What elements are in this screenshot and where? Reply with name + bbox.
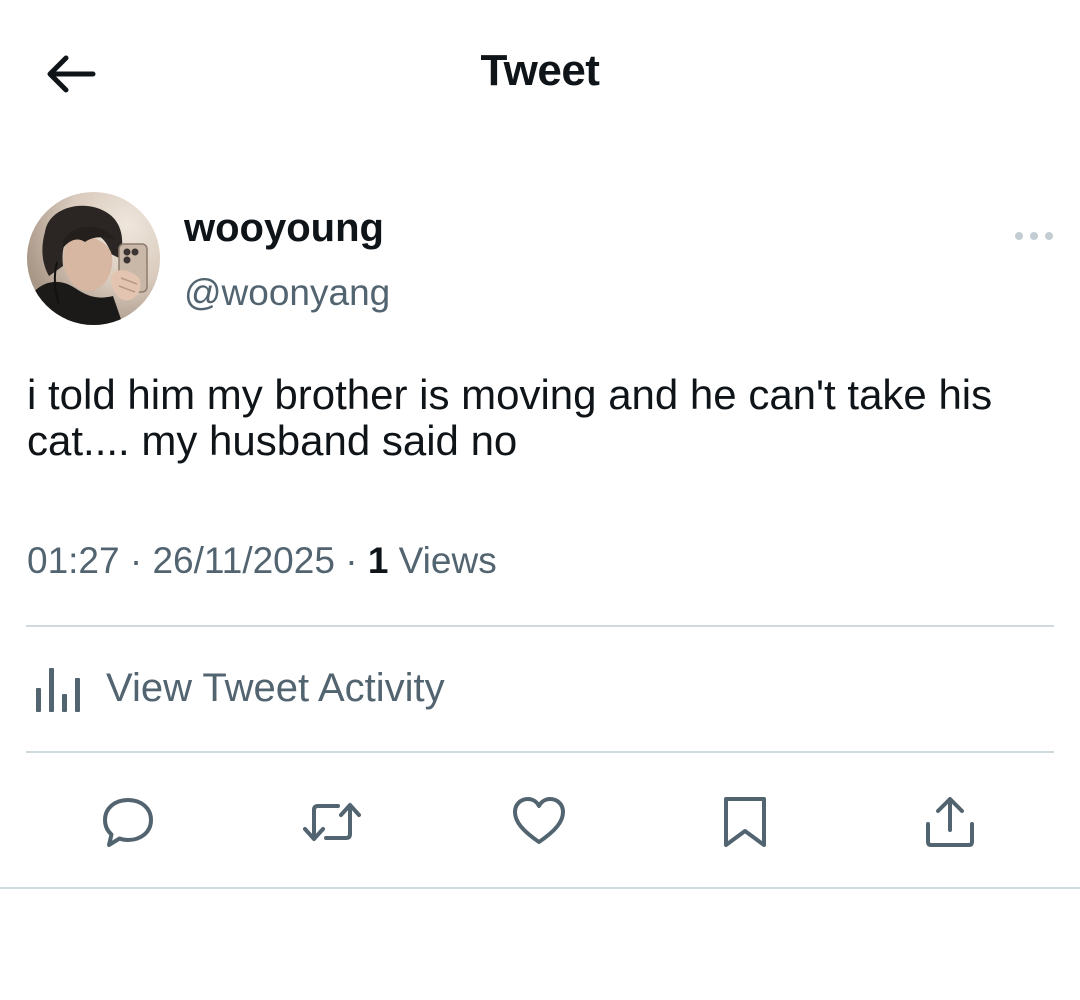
more-options-button[interactable] [1012,222,1056,250]
divider [0,887,1080,889]
retweet-icon [303,803,361,841]
tweet-action-bar [0,790,1080,854]
author-display-name[interactable]: wooyoung [184,206,384,251]
views-label: Views [398,540,497,581]
divider [26,625,1054,627]
bookmark-icon [724,797,766,847]
more-dots-icon [1015,232,1053,240]
meta-separator: · [345,540,358,581]
share-icon [926,797,974,847]
divider [26,751,1054,753]
page-title: Tweet [480,46,600,95]
avatar-image [27,192,160,325]
author-handle[interactable]: @woonyang [184,272,390,314]
tweet-meta: 01:27 · 26/11/2025 · 1 Views [27,540,497,582]
meta-separator: · [129,540,143,581]
view-tweet-activity-button[interactable]: View Tweet Activity [32,660,445,716]
views-count: 1 [367,540,389,581]
top-bar: Tweet [0,0,1080,150]
tweet-date: 26/11/2025 [152,540,335,581]
share-button[interactable] [918,790,982,854]
avatar[interactable] [27,192,160,325]
tweet-detail-page: Tweet wooyoung @woonyang i told him my b… [0,0,1080,1000]
like-button[interactable] [507,790,571,854]
tweet-text: i told him my brother is moving and he c… [27,371,993,464]
tweet-time: 01:27 [27,540,120,581]
reply-icon [103,798,153,847]
bookmark-button[interactable] [713,790,777,854]
bar-chart-icon [36,668,80,712]
like-icon [513,797,565,844]
view-tweet-activity-label: View Tweet Activity [106,665,445,710]
reply-button[interactable] [96,790,160,854]
retweet-button[interactable] [300,790,364,854]
